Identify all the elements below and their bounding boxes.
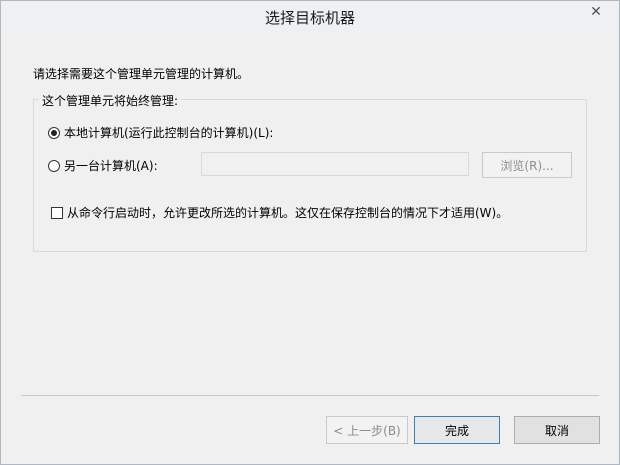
intro-text: 请选择需要这个管理单元管理的计算机。 bbox=[33, 67, 250, 81]
dialog-content: 请选择需要这个管理单元管理的计算机。 这个管理单元将始终管理: 本地计算机(运行… bbox=[1, 32, 619, 464]
radio-other-computer[interactable]: 另一台计算机(A): bbox=[48, 157, 158, 174]
managed-computer-group: 这个管理单元将始终管理: 本地计算机(运行此控制台的计算机)(L): 另一台计算… bbox=[33, 92, 587, 252]
footer-separator bbox=[21, 395, 599, 396]
back-button[interactable]: < 上一步(B) bbox=[326, 416, 408, 444]
title-bar: 选择目标机器 ✕ bbox=[1, 1, 619, 32]
close-icon: ✕ bbox=[590, 4, 602, 20]
radio-local-computer[interactable]: 本地计算机(运行此控制台的计算机)(L): bbox=[48, 124, 273, 141]
group-legend: 这个管理单元将始终管理: bbox=[39, 92, 182, 109]
radio-local-label: 本地计算机(运行此控制台的计算机)(L): bbox=[64, 126, 274, 140]
browse-button[interactable]: 浏览(R)... bbox=[482, 152, 572, 178]
cancel-button[interactable]: 取消 bbox=[514, 416, 600, 444]
cmdline-checkbox-label: 从命令行启动时，允许更改所选的计算机。这仅在保存控制台的情况下才适用(W)。 bbox=[67, 206, 509, 220]
dialog-title: 选择目标机器 bbox=[264, 9, 355, 27]
finish-button[interactable]: 完成 bbox=[414, 416, 500, 444]
close-button[interactable]: ✕ bbox=[579, 2, 613, 22]
dialog-window: 选择目标机器 ✕ 请选择需要这个管理单元管理的计算机。 这个管理单元将始终管理:… bbox=[0, 0, 620, 465]
radio-other-label: 另一台计算机(A): bbox=[64, 159, 158, 173]
cmdline-change-checkbox[interactable]: 从命令行启动时，允许更改所选的计算机。这仅在保存控制台的情况下才适用(W)。 bbox=[51, 204, 508, 221]
other-computer-input[interactable] bbox=[201, 152, 469, 176]
radio-local-indicator[interactable] bbox=[48, 126, 60, 139]
cmdline-checkbox-box[interactable] bbox=[51, 206, 63, 219]
radio-other-indicator[interactable] bbox=[48, 159, 60, 172]
